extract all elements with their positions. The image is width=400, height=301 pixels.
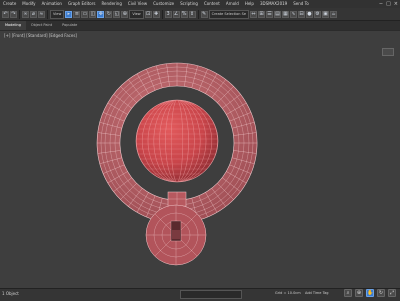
orbit-icon[interactable]: ↻ xyxy=(377,289,385,297)
pan-icon[interactable]: ✋ xyxy=(366,289,374,297)
sphere-mesh[interactable] xyxy=(130,99,224,183)
time-slider[interactable] xyxy=(180,290,242,299)
add-time-tag-button[interactable]: Add Time Tag xyxy=(305,291,329,295)
bottom-knob[interactable] xyxy=(145,204,207,266)
viewport-navigation: ⌕ ⊕ ✋ ↻ ⤢ xyxy=(344,289,396,297)
status-text: 1 Object xyxy=(2,291,19,296)
zoom-all-icon[interactable]: ⊕ xyxy=(355,289,363,297)
grid-readout: Grid = 10.0cm xyxy=(275,291,301,295)
maximize-viewport-icon[interactable]: ⤢ xyxy=(388,289,396,297)
mesh-canvas xyxy=(96,62,258,266)
zoom-icon[interactable]: ⌕ xyxy=(344,289,352,297)
viewport-label[interactable]: [+] [Front] [Standard] [Edged Faces] xyxy=(4,33,77,38)
